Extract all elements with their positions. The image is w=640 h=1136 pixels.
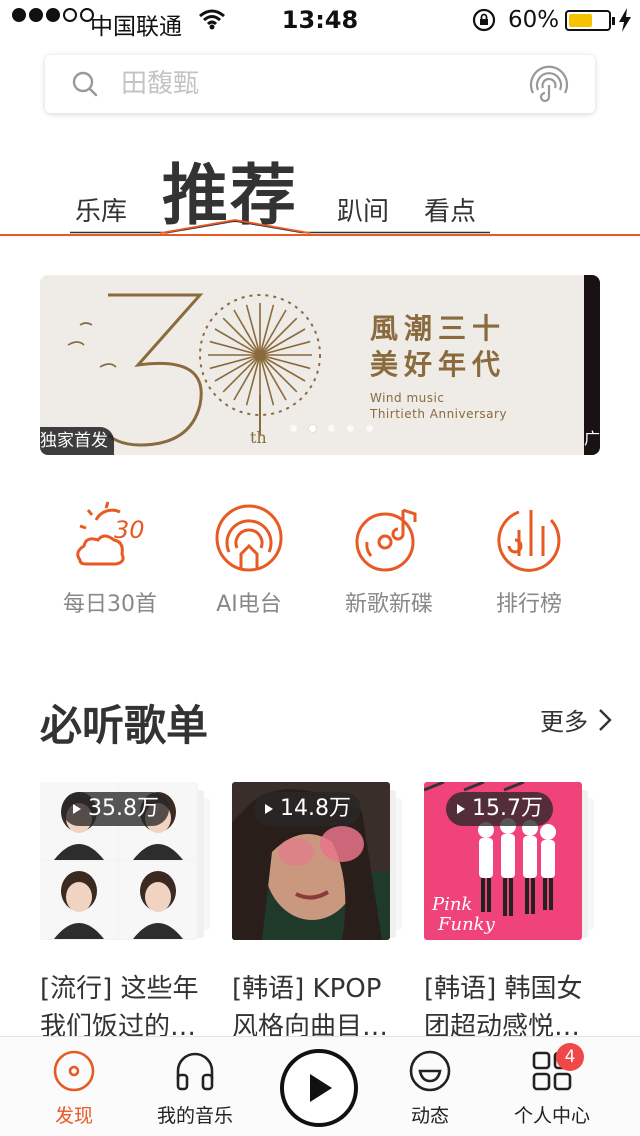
playlist-title: [韩语] KPOP 风格向曲目…: [232, 970, 412, 1046]
more-label: 更多: [540, 708, 588, 736]
daily-30-icon: 30: [76, 501, 145, 566]
play-count: 35.8万: [88, 796, 159, 821]
playlist-title-line1: [韩语] KPOP: [232, 974, 382, 1004]
search-bar[interactable]: [45, 55, 595, 113]
search-icon: [71, 70, 99, 102]
quick-entries: 30 每日30首 AI电台 新歌新碟 排行榜: [0, 500, 640, 620]
playlist-card[interactable]: 14.8万 [韩语] KPOP 风格向曲目…: [232, 782, 402, 1046]
svg-text:th: th: [250, 428, 267, 447]
charging-bolt-icon: [618, 8, 632, 38]
quick-entry-new-releases[interactable]: 新歌新碟: [324, 500, 454, 618]
quick-entry-label: 每日30首: [63, 592, 157, 617]
quick-entry-label: 排行榜: [495, 592, 562, 617]
banner-exclusive-badge: 独家首发: [40, 427, 114, 455]
status-bar: 中国联通 13:48 60%: [0, 0, 640, 40]
battery-icon: [565, 10, 615, 31]
new-album-icon: [355, 508, 417, 572]
banner-title-line2: 美好年代: [370, 348, 507, 381]
quick-entry-charts[interactable]: 排行榜: [464, 500, 594, 618]
next-banner-text: 广: [584, 429, 600, 448]
tab-feed[interactable]: 动态: [370, 1049, 490, 1128]
headphones-icon: [176, 1052, 214, 1091]
svg-text:30: 30: [114, 516, 145, 544]
tab-waveform-indicator: [0, 219, 640, 236]
play-small-icon: [265, 804, 273, 814]
discover-disc-icon: [53, 1050, 95, 1092]
banner-dot: [366, 425, 373, 432]
tab-label: 发现: [54, 1105, 93, 1127]
banner-title-line1: 風潮三十: [370, 312, 507, 345]
play-count-badge: 14.8万: [254, 792, 361, 826]
quick-entry-ai-radio[interactable]: AI电台: [184, 500, 314, 618]
quick-entry-daily-30[interactable]: 30 每日30首: [45, 500, 175, 618]
more-link[interactable]: 更多: [540, 702, 612, 737]
play-count-badge: 15.7万: [446, 792, 553, 826]
banner-pagination: [290, 425, 373, 432]
playlist-title: [韩语] 韩国女 团超动感悦…: [424, 970, 604, 1046]
battery-percent: 60%: [508, 7, 560, 33]
banner-dot: [309, 425, 316, 432]
playlist-title-line1: [流行] 这些年: [40, 974, 199, 1004]
notification-badge: 4: [556, 1043, 584, 1071]
tab-label: 个人中心: [513, 1105, 590, 1127]
play-small-icon: [457, 804, 465, 814]
tab-my-music[interactable]: 我的音乐: [135, 1049, 255, 1128]
banner-title: 風潮三十 美好年代: [370, 311, 506, 383]
svg-text:Funky: Funky: [437, 914, 496, 935]
promo-banner[interactable]: th 風潮三十 美好年代 Wind music Thirtieth Annive…: [40, 275, 600, 455]
chevron-right-icon: [599, 708, 612, 731]
banner-subtitle-line2: Thirtieth Anniversary: [370, 407, 508, 421]
playlist-title-line1: [韩语] 韩国女: [424, 974, 583, 1004]
playlist-card[interactable]: 35.8万 [流行] 这些年 我们饭过的…: [40, 782, 210, 1046]
tab-discover[interactable]: 发现: [14, 1049, 134, 1128]
tab-label: 我的音乐: [156, 1105, 233, 1127]
playlist-title: [流行] 这些年 我们饭过的…: [40, 970, 220, 1046]
play-small-icon: [73, 804, 81, 814]
search-input[interactable]: [121, 65, 501, 103]
chart-ranking-icon: [497, 510, 561, 572]
play-count-badge: 35.8万: [62, 792, 169, 826]
next-banner-peek: 广: [584, 275, 600, 455]
banner-dot: [328, 425, 335, 432]
smiley-icon: [409, 1050, 451, 1092]
quick-entry-label: AI电台: [216, 592, 282, 617]
banner-dot: [290, 425, 297, 432]
bottom-tab-bar: 发现 我的音乐 动态 4 个人中心: [0, 1036, 640, 1136]
banner-subtitle: Wind music Thirtieth Anniversary: [370, 390, 507, 422]
play-icon: [310, 1074, 332, 1102]
play-count: 14.8万: [280, 796, 351, 821]
tab-label: 动态: [410, 1105, 449, 1127]
quick-entry-label: 新歌新碟: [344, 592, 433, 617]
ai-radio-icon: [215, 504, 283, 572]
tab-profile[interactable]: 4 个人中心: [492, 1043, 612, 1128]
banner-dot: [347, 425, 354, 432]
banner-subtitle-line1: Wind music: [370, 391, 445, 405]
music-recognition-icon[interactable]: [527, 63, 571, 109]
svg-text:Pink: Pink: [431, 894, 472, 915]
now-playing-button[interactable]: [280, 1049, 358, 1127]
playlist-card[interactable]: Pink Funky 15.7万 [韩语] 韩国女 团超动感悦…: [424, 782, 594, 1046]
section-title: 必听歌单: [40, 701, 209, 750]
play-count: 15.7万: [472, 796, 543, 821]
rotation-lock-icon: [472, 8, 496, 38]
